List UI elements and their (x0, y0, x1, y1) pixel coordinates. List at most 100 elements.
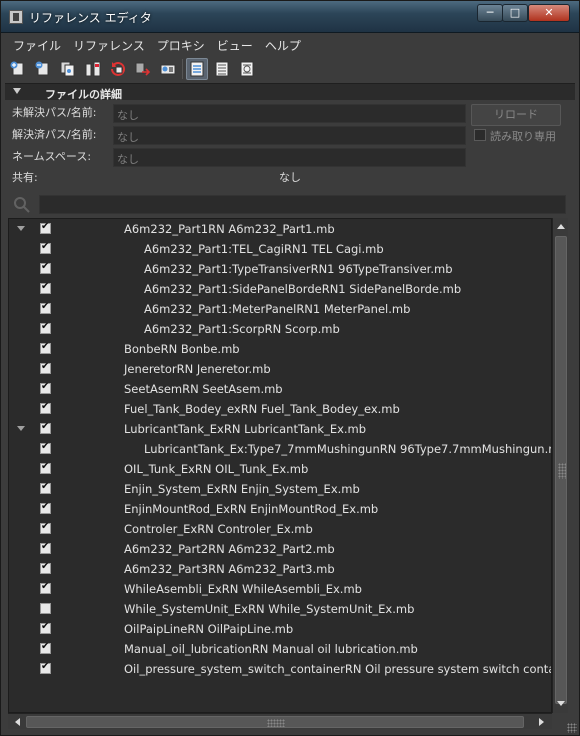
reference-row[interactable]: SeetAsemRN SeetAsem.mb (9, 379, 551, 399)
load-checkbox[interactable] (40, 281, 51, 294)
load-checkbox[interactable] (40, 603, 51, 614)
scroll-up-button[interactable] (555, 220, 567, 234)
reference-tree: A6m232_Part1RN A6m232_Part1.mb A6m232_Par… (8, 218, 552, 713)
reference-row[interactable]: Manual_oil_lubricationRN Manual oil lubr… (9, 639, 551, 659)
reference-row[interactable]: Enjin_System_ExRN Enjin_System_Ex.mb (9, 479, 551, 499)
scroll-right-button[interactable] (534, 716, 548, 728)
reference-name: LubricantTank_Ex:Type7_7mmMushingunRN 96… (144, 442, 552, 456)
load-checkbox[interactable] (40, 361, 51, 374)
load-checkbox[interactable] (40, 581, 51, 594)
scroll-left-button[interactable] (10, 716, 24, 728)
load-checkbox[interactable] (40, 381, 51, 394)
load-checkbox[interactable] (40, 541, 51, 554)
reference-row[interactable]: A6m232_Part1:ScorpRN Scorp.mb (9, 319, 551, 339)
reference-row[interactable]: A6m232_Part1:TEL_CagiRN1 TEL Cagi.mb (9, 239, 551, 259)
scroll-down-button[interactable] (555, 697, 567, 711)
expand-arrow-icon[interactable] (17, 426, 25, 431)
resolved-path-field[interactable]: なし (113, 126, 466, 145)
readonly-label: 読み取り専用 (490, 130, 556, 143)
title-bar[interactable]: リファレンス エディタ ─ □ ✕ (1, 1, 579, 33)
unload-reference-button[interactable] (132, 58, 154, 80)
maximize-icon: □ (509, 6, 521, 19)
reference-row[interactable]: LubricantTank_Ex:Type7_7mmMushingunRN 96… (9, 439, 552, 459)
window-title: リファレンス エディタ (29, 11, 152, 25)
vertical-scrollbar[interactable] (552, 218, 568, 713)
reference-row[interactable]: OIL_Tunk_ExRN OIL_Tunk_Ex.mb (9, 459, 551, 479)
reference-name: Manual_oil_lubricationRN Manual oil lubr… (124, 642, 418, 656)
horizontal-scrollbar[interactable] (8, 713, 552, 729)
load-checkbox[interactable] (40, 221, 51, 234)
load-checkbox[interactable] (40, 461, 51, 474)
filter-input[interactable] (39, 195, 566, 214)
close-icon: ✕ (544, 6, 554, 19)
reload-button[interactable]: リロード (471, 104, 561, 126)
load-checkbox[interactable] (40, 561, 51, 574)
menu-view[interactable]: ビュー (211, 35, 259, 55)
filter-icon[interactable] (12, 195, 32, 215)
view-checked-button[interactable] (186, 58, 208, 80)
unresolved-path-label: 未解決パス/名前: (12, 106, 97, 119)
reference-list-button[interactable] (82, 58, 104, 80)
reference-row[interactable]: While_SystemUnit_ExRN While_SystemUnit_E… (9, 599, 551, 619)
reference-row[interactable]: A6m232_Part1:SidePanelBordeRN1 SidePanel… (9, 279, 551, 299)
reference-row[interactable]: A6m232_Part2RN A6m232_Part2.mb (9, 539, 551, 559)
load-checkbox[interactable] (40, 521, 51, 534)
reload-reference-button[interactable] (107, 58, 129, 80)
create-reference-button[interactable] (7, 58, 29, 80)
reference-row[interactable]: Controler_ExRN Controler_Ex.mb (9, 519, 551, 539)
reference-row[interactable]: Fuel_Tank_Bodey_exRN Fuel_Tank_Bodey_ex.… (9, 399, 551, 419)
menu-file[interactable]: ファイル (7, 35, 67, 55)
reference-name: OilPaipLineRN OilPaipLine.mb (124, 622, 294, 636)
vertical-scroll-thumb[interactable] (555, 236, 567, 704)
reload-reference-icon (111, 61, 125, 76)
namespace-field[interactable]: なし (113, 148, 466, 167)
view-tree-button[interactable] (236, 58, 258, 80)
menu-help[interactable]: ヘルプ (259, 35, 307, 55)
reference-row[interactable]: EnjinMountRod_ExRN EnjinMountRod_Ex.mb (9, 499, 551, 519)
load-checkbox[interactable] (40, 501, 51, 514)
reference-row[interactable]: JeneretorRN Jeneretor.mb (9, 359, 551, 379)
load-checkbox[interactable] (40, 321, 51, 334)
create-reference-icon (10, 61, 24, 76)
reference-files-button[interactable] (57, 58, 79, 80)
load-checkbox[interactable] (40, 421, 51, 434)
shared-label: 共有: (12, 171, 38, 184)
reference-row[interactable]: Oil_pressure_system_switch_containerRN O… (9, 659, 551, 679)
load-checkbox[interactable] (40, 441, 51, 454)
reference-row[interactable]: A6m232_Part1:MeterPanelRN1 MeterPanel.mb (9, 299, 551, 319)
reference-row[interactable]: A6m232_Part3RN A6m232_Part3.mb (9, 559, 551, 579)
remove-reference-button[interactable] (32, 58, 54, 80)
load-checkbox[interactable] (40, 301, 51, 314)
view-list-button[interactable] (211, 58, 233, 80)
horizontal-scroll-thumb[interactable] (26, 716, 524, 728)
load-checkbox[interactable] (40, 641, 51, 654)
load-checkbox[interactable] (40, 401, 51, 414)
load-checkbox[interactable] (40, 661, 51, 674)
reference-row[interactable]: A6m232_Part1:TypeTransiverRN1 96TypeTran… (9, 259, 551, 279)
reference-row[interactable]: LubricantTank_ExRN LubricantTank_Ex.mb (9, 419, 551, 439)
reference-row[interactable]: A6m232_Part1RN A6m232_Part1.mb (9, 219, 551, 239)
load-checkbox[interactable] (40, 621, 51, 634)
reference-row[interactable]: OilPaipLineRN OilPaipLine.mb (9, 619, 551, 639)
maximize-button[interactable]: □ (502, 4, 528, 22)
reference-row[interactable]: WhileAsembli_ExRN WhileAsembli_Ex.mb (9, 579, 551, 599)
export-reference-button[interactable] (157, 58, 179, 80)
close-button[interactable]: ✕ (528, 4, 570, 22)
load-checkbox[interactable] (40, 261, 51, 274)
view-list-icon (215, 61, 229, 77)
file-details-header[interactable]: ファイルの詳細 (5, 83, 575, 101)
load-checkbox[interactable] (40, 241, 51, 254)
readonly-checkbox[interactable] (474, 129, 486, 141)
collapse-arrow-icon[interactable] (13, 88, 21, 94)
load-checkbox[interactable] (40, 341, 51, 354)
reference-row[interactable]: BonbeRN Bonbe.mb (9, 339, 551, 359)
resize-grip-icon[interactable] (567, 723, 577, 733)
minimize-button[interactable]: ─ (477, 4, 503, 22)
reference-name: A6m232_Part2RN A6m232_Part2.mb (124, 542, 335, 556)
namespace-label: ネームスペース: (12, 150, 92, 163)
unresolved-path-field[interactable]: なし (113, 104, 466, 123)
menu-proxy[interactable]: プロキシ (151, 35, 211, 55)
expand-arrow-icon[interactable] (17, 226, 25, 231)
menu-reference[interactable]: リファレンス (67, 35, 151, 55)
load-checkbox[interactable] (40, 481, 51, 494)
